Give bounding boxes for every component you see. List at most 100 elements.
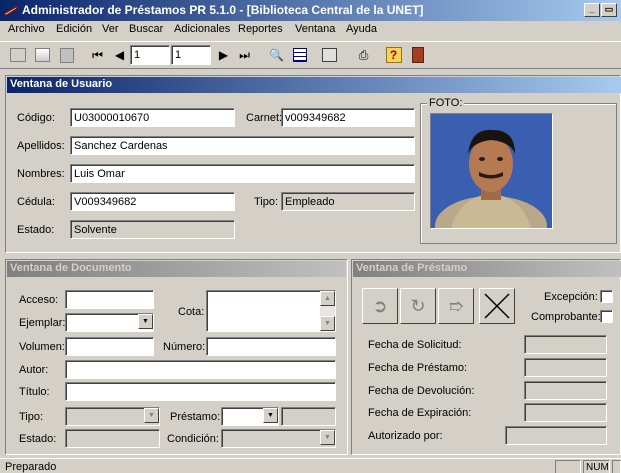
- chevron-down-icon[interactable]: ▼: [320, 430, 335, 445]
- cota-scrollbar[interactable]: ▲ ▼: [320, 291, 335, 331]
- tipo-doc-select[interactable]: ▼: [65, 407, 160, 426]
- codigo-field[interactable]: U03000010670: [70, 108, 235, 127]
- status-bar: Preparado NUM: [0, 458, 621, 473]
- last-record-icon[interactable]: ⏭: [233, 44, 256, 66]
- apellidos-field[interactable]: Sanchez Cardenas: [70, 136, 415, 155]
- cedula-field[interactable]: V009349682: [70, 192, 235, 211]
- chevron-down-icon[interactable]: ▼: [144, 408, 159, 423]
- fecha-prestamo-field: [524, 358, 607, 377]
- nombres-field[interactable]: Luis Omar: [70, 164, 415, 183]
- report-icon[interactable]: [318, 44, 341, 66]
- fecha-expiracion-label: Fecha de Expiración:: [368, 407, 472, 419]
- prestamo-panel-header: Ventana de Préstamo: [353, 261, 621, 277]
- tipo-usuario-field: Empleado: [281, 192, 415, 211]
- prestar-button[interactable]: ➲: [362, 288, 398, 324]
- app-icon: [3, 4, 19, 16]
- fecha-expiracion-field: [524, 403, 607, 422]
- foto-label: FOTO:: [427, 97, 465, 109]
- prestamo-tipo-select[interactable]: ▼: [221, 407, 279, 426]
- autorizado-label: Autorizado por:: [368, 430, 443, 442]
- autor-label: Autor:: [19, 364, 49, 376]
- status-pane-scroll: [612, 460, 621, 473]
- acceso-label: Acceso:: [19, 294, 59, 306]
- paste-icon[interactable]: [55, 44, 78, 66]
- carnet-label: Carnet:: [246, 112, 283, 124]
- cedula-label: Cédula:: [17, 196, 55, 208]
- comprobante-checkbox[interactable]: [600, 310, 613, 323]
- first-record-icon[interactable]: ⏮: [86, 44, 109, 66]
- prestamo-extra-field: [281, 407, 336, 426]
- user-photo: [430, 113, 553, 229]
- carnet-field[interactable]: v009349682: [281, 108, 415, 127]
- titulo-field[interactable]: [65, 382, 336, 401]
- acceso-field[interactable]: [65, 290, 154, 309]
- menu-buscar[interactable]: Buscar: [129, 23, 163, 35]
- next-record-icon[interactable]: ▶: [212, 44, 235, 66]
- devolver-button[interactable]: ➱: [438, 288, 474, 324]
- record-current-field[interactable]: 1: [130, 45, 170, 65]
- chevron-down-icon[interactable]: ▼: [263, 408, 278, 423]
- exit-icon[interactable]: [406, 44, 429, 66]
- prestamo-tipo-label: Préstamo:: [170, 411, 221, 423]
- list-icon[interactable]: [288, 44, 311, 66]
- window-title-bar[interactable]: Administrador de Préstamos PR 5.1.0 - [B…: [0, 0, 621, 21]
- volumen-label: Volumen:: [19, 341, 65, 353]
- volumen-field[interactable]: [65, 337, 154, 356]
- loan-icon: ➲: [372, 295, 388, 316]
- cancelar-button[interactable]: [479, 288, 515, 324]
- condicion-select[interactable]: ▼: [221, 429, 336, 448]
- fecha-solicitud-label: Fecha de Solicitud:: [368, 339, 462, 351]
- minimize-button[interactable]: _: [584, 3, 600, 17]
- print-icon[interactable]: ⎙: [352, 44, 375, 66]
- window-title: Administrador de Préstamos PR 5.1.0 - [B…: [22, 3, 424, 17]
- restore-button[interactable]: ▭: [601, 3, 617, 17]
- autor-field[interactable]: [65, 360, 336, 379]
- chevron-down-icon[interactable]: ▼: [138, 314, 153, 329]
- numero-label: Número:: [163, 341, 206, 353]
- copy-icon[interactable]: [31, 44, 54, 66]
- estado-doc-label: Estado:: [19, 433, 57, 445]
- prev-record-icon[interactable]: ◀: [108, 44, 131, 66]
- apellidos-label: Apellidos:: [17, 140, 65, 152]
- estado-usuario-label: Estado:: [17, 224, 55, 236]
- num-indicator: NUM: [583, 460, 610, 473]
- tipo-doc-label: Tipo:: [19, 411, 44, 423]
- comprobante-label: Comprobante:: [531, 311, 601, 323]
- ejemplar-label: Ejemplar:: [19, 317, 66, 329]
- help-icon[interactable]: ?: [382, 44, 405, 66]
- scroll-up-icon[interactable]: ▲: [320, 291, 335, 306]
- renovar-button[interactable]: ↻: [400, 288, 436, 324]
- menu-bar: Archivo Edición Ver Buscar Adicionales R…: [0, 21, 621, 40]
- search-icon[interactable]: 🔍: [265, 44, 288, 66]
- menu-adicionales[interactable]: Adicionales: [174, 23, 230, 35]
- excepcion-label: Excepción:: [544, 291, 598, 303]
- cota-label: Cota:: [178, 306, 205, 318]
- cancel-x-icon: [484, 293, 510, 319]
- estado-usuario-field: Solvente: [70, 220, 235, 239]
- excepcion-checkbox[interactable]: [600, 290, 613, 303]
- titulo-label: Título:: [19, 386, 50, 398]
- menu-ayuda[interactable]: Ayuda: [346, 23, 377, 35]
- menu-ver[interactable]: Ver: [102, 23, 119, 35]
- numero-field[interactable]: [206, 337, 336, 356]
- new-icon[interactable]: [6, 44, 29, 66]
- usuario-panel-header: Ventana de Usuario: [7, 77, 621, 93]
- fecha-devolucion-field: [524, 381, 607, 400]
- renew-icon: ↻: [410, 295, 426, 316]
- menu-archivo[interactable]: Archivo: [8, 23, 45, 35]
- cota-textarea[interactable]: ▲ ▼: [206, 290, 336, 332]
- menu-reportes[interactable]: Reportes: [238, 23, 283, 35]
- codigo-label: Código:: [17, 112, 55, 124]
- fecha-devolucion-label: Fecha de Devolución:: [368, 385, 475, 397]
- menu-edicion[interactable]: Edición: [56, 23, 92, 35]
- fecha-prestamo-label: Fecha de Préstamo:: [368, 362, 468, 374]
- fecha-solicitud-field: [524, 335, 607, 354]
- status-text: Preparado: [5, 461, 57, 473]
- tipo-usuario-label: Tipo:: [254, 196, 279, 208]
- status-pane-caps: [555, 460, 581, 473]
- ejemplar-select[interactable]: ▼: [65, 313, 154, 332]
- record-total-field: 1: [171, 45, 211, 65]
- scroll-down-icon[interactable]: ▼: [320, 316, 335, 331]
- menu-ventana[interactable]: Ventana: [295, 23, 335, 35]
- return-icon: ➱: [448, 295, 464, 316]
